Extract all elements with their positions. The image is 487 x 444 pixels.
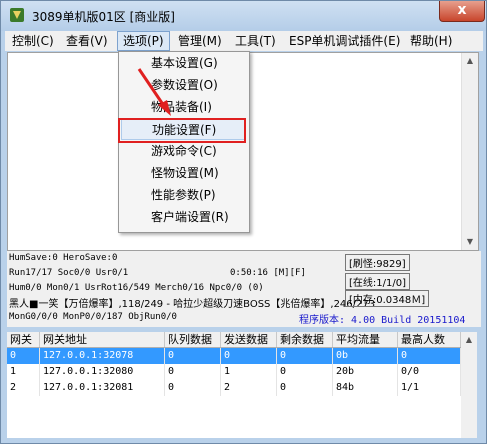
annotation-arrow-icon	[137, 68, 171, 116]
main-window: 3089单机版01区 [商业版] x 控制(C) 查看(V) 选项(P) 管理(…	[0, 0, 487, 444]
